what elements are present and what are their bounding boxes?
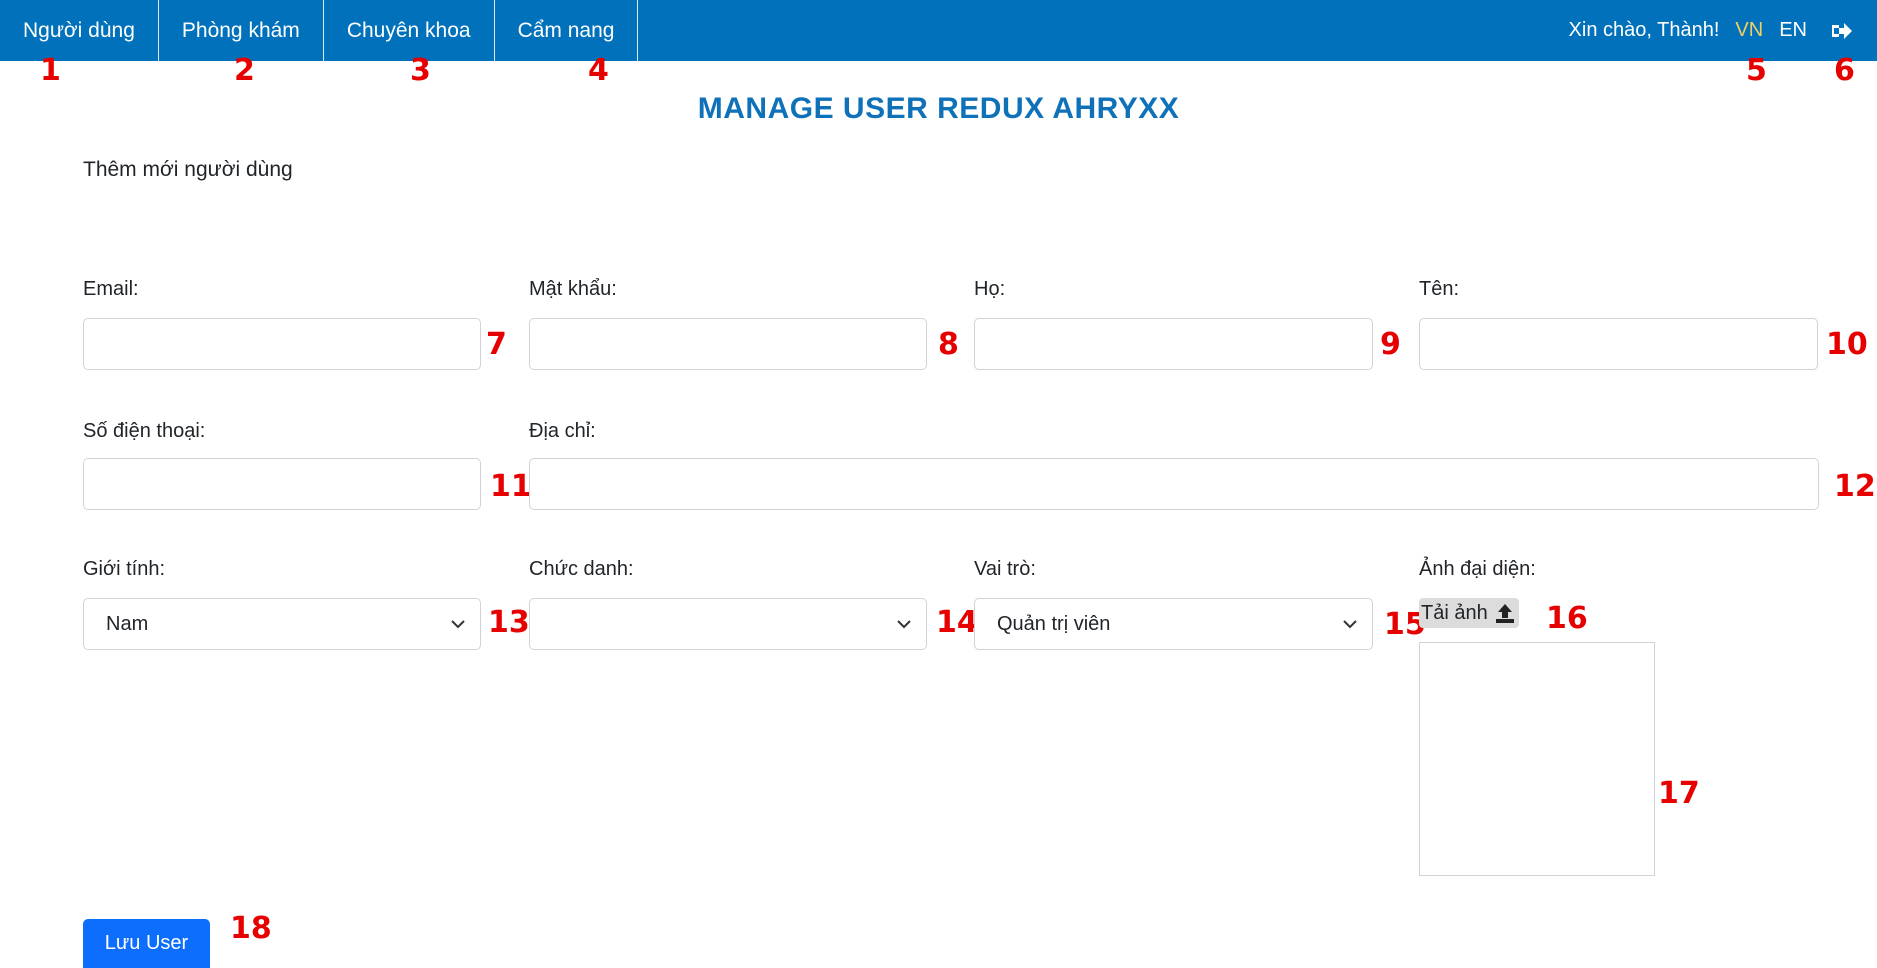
role-select-value: Quản trị viên bbox=[997, 612, 1111, 635]
callout-4: 4 bbox=[588, 53, 609, 88]
last-name-input[interactable] bbox=[1419, 318, 1818, 370]
callout-16: 16 bbox=[1546, 601, 1588, 636]
callout-11: 11 bbox=[490, 469, 532, 504]
callout-14: 14 bbox=[936, 605, 978, 640]
callout-17: 17 bbox=[1658, 776, 1700, 811]
nav-item-users[interactable]: Người dùng bbox=[0, 0, 159, 61]
sign-out-icon bbox=[1832, 22, 1852, 39]
avatar-preview bbox=[1419, 642, 1655, 876]
role-label: Vai trò: bbox=[974, 558, 1036, 580]
callout-2: 2 bbox=[234, 53, 255, 88]
upload-icon bbox=[1495, 604, 1514, 623]
role-select[interactable]: Quản trị viên bbox=[974, 598, 1373, 650]
save-user-button[interactable]: Lưu User bbox=[83, 919, 210, 968]
callout-6: 6 bbox=[1834, 53, 1855, 88]
page-title: MANAGE USER REDUX AHRYXX bbox=[697, 92, 1180, 125]
chevron-down-icon bbox=[451, 620, 465, 629]
top-header: Người dùng Phòng khám Chuyên khoa Cẩm na… bbox=[0, 0, 1877, 61]
logout-button[interactable] bbox=[1823, 21, 1859, 41]
callout-13: 13 bbox=[488, 605, 530, 640]
phone-label: Số điện thoại: bbox=[83, 420, 206, 442]
callout-12: 12 bbox=[1834, 469, 1876, 504]
first-name-input[interactable] bbox=[974, 318, 1373, 370]
main-nav: Người dùng Phòng khám Chuyên khoa Cẩm na… bbox=[0, 0, 639, 61]
callout-7: 7 bbox=[486, 327, 507, 362]
password-label: Mật khẩu: bbox=[529, 278, 617, 300]
callout-8: 8 bbox=[938, 327, 959, 362]
last-name-label: Tên: bbox=[1419, 278, 1460, 300]
callout-1: 1 bbox=[40, 53, 61, 88]
position-label: Chức danh: bbox=[529, 558, 634, 580]
upload-image-label: Tải ảnh bbox=[1421, 601, 1488, 624]
address-label: Địa chỉ: bbox=[529, 420, 596, 442]
chevron-down-icon bbox=[1343, 620, 1357, 629]
position-select[interactable] bbox=[529, 598, 927, 650]
upload-image-button[interactable]: Tải ảnh bbox=[1419, 598, 1519, 628]
gender-select-value: Nam bbox=[106, 612, 149, 635]
first-name-label: Họ: bbox=[974, 278, 1006, 300]
gender-select[interactable]: Nam bbox=[83, 598, 481, 650]
header-right: Xin chào, Thành! VN EN bbox=[1569, 0, 1877, 61]
nav-item-handbook[interactable]: Cẩm nang bbox=[495, 0, 639, 61]
callout-3: 3 bbox=[410, 53, 431, 88]
nav-item-clinics[interactable]: Phòng khám bbox=[159, 0, 324, 61]
lang-vn-button[interactable]: VN bbox=[1735, 19, 1763, 42]
email-input[interactable] bbox=[83, 318, 481, 370]
address-input[interactable] bbox=[529, 458, 1819, 510]
phone-input[interactable] bbox=[83, 458, 481, 510]
gender-label: Giới tính: bbox=[83, 558, 166, 580]
email-label: Email: bbox=[83, 278, 139, 300]
callout-18: 18 bbox=[230, 911, 272, 946]
avatar-label: Ảnh đại diện: bbox=[1419, 558, 1536, 580]
welcome-text: Xin chào, Thành! bbox=[1568, 19, 1720, 41]
nav-item-specialties[interactable]: Chuyên khoa bbox=[324, 0, 495, 61]
page-subtitle: Thêm mới người dùng bbox=[83, 158, 293, 181]
chevron-down-icon bbox=[897, 620, 911, 629]
lang-en-button[interactable]: EN bbox=[1779, 19, 1807, 42]
password-input[interactable] bbox=[529, 318, 927, 370]
callout-9: 9 bbox=[1380, 327, 1401, 362]
callout-5: 5 bbox=[1746, 53, 1767, 88]
callout-10: 10 bbox=[1826, 327, 1868, 362]
